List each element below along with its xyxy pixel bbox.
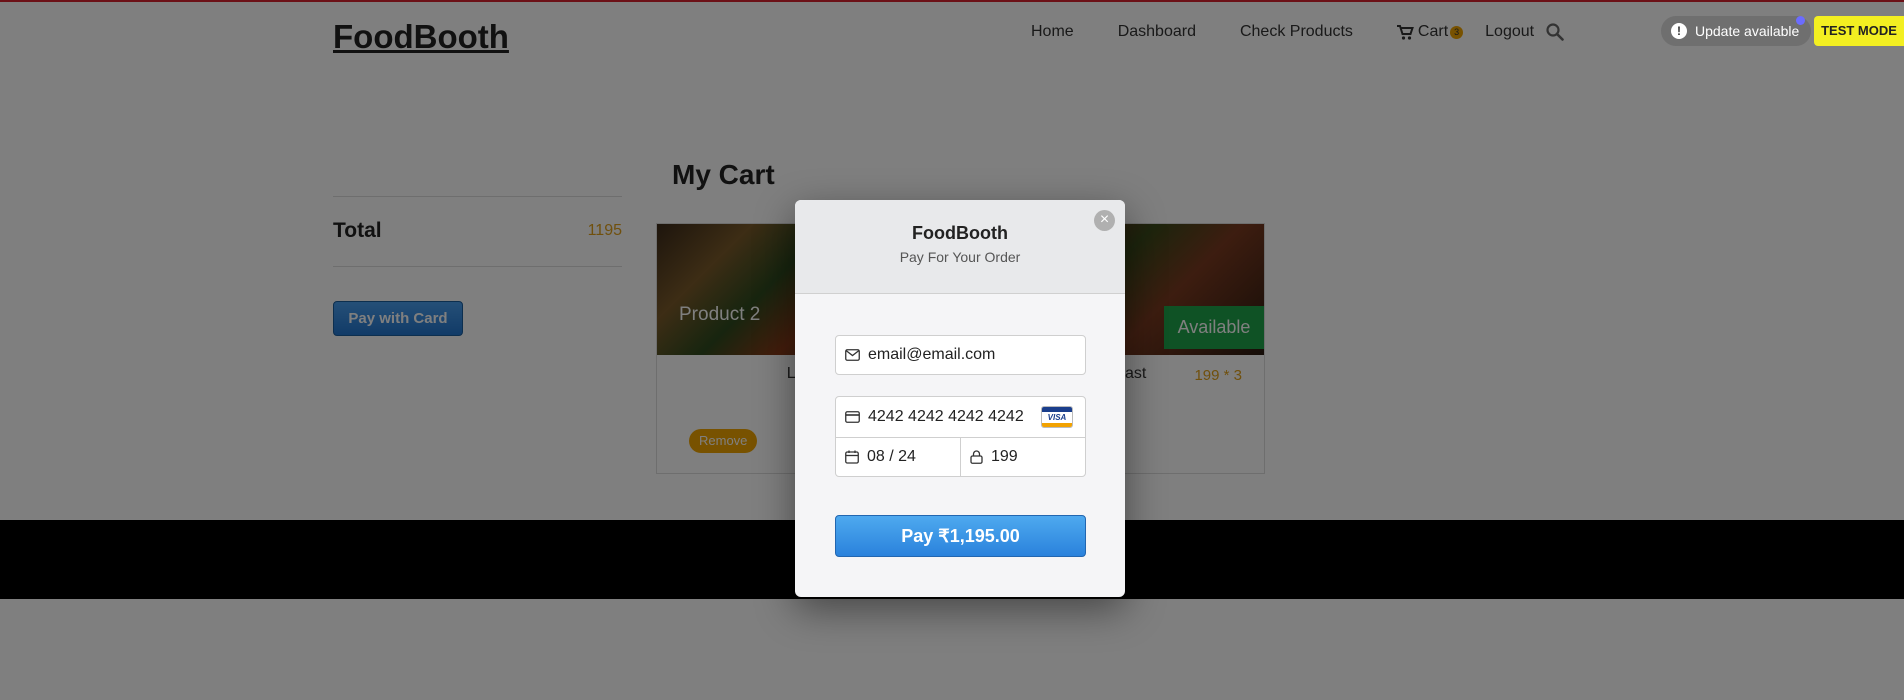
lock-icon xyxy=(970,450,983,464)
credit-card-icon xyxy=(845,411,860,423)
envelope-icon xyxy=(845,349,860,361)
cvc-value: 199 xyxy=(991,448,1018,465)
close-icon[interactable]: × xyxy=(1094,210,1115,231)
modal-title: FoodBooth xyxy=(912,223,1008,243)
calendar-icon xyxy=(845,450,859,464)
visa-icon: VISA xyxy=(1041,406,1073,428)
card-number-field[interactable]: 4242 4242 4242 4242 VISA xyxy=(835,396,1086,438)
email-value: email@email.com xyxy=(868,346,996,363)
expiry-value: 08 / 24 xyxy=(867,448,916,465)
modal-subtitle: Pay For Your Order xyxy=(899,249,1021,265)
notification-dot xyxy=(1796,16,1805,25)
test-mode-badge: TEST MODE xyxy=(1814,16,1904,46)
update-available-pill[interactable]: ! Update available xyxy=(1661,16,1812,46)
alert-icon: ! xyxy=(1671,23,1687,39)
card-number-value: 4242 4242 4242 4242 xyxy=(868,408,1024,425)
modal-header: FoodBooth Pay For Your Order × xyxy=(795,200,1125,294)
cvc-field[interactable]: 199 xyxy=(960,437,1086,477)
pay-button[interactable]: Pay ₹1,195.00 xyxy=(835,515,1086,557)
payment-modal: FoodBooth Pay For Your Order × email@ema… xyxy=(795,200,1125,597)
email-field[interactable]: email@email.com xyxy=(835,335,1086,375)
update-label: Update available xyxy=(1695,23,1800,39)
expiry-field[interactable]: 08 / 24 xyxy=(835,437,961,477)
